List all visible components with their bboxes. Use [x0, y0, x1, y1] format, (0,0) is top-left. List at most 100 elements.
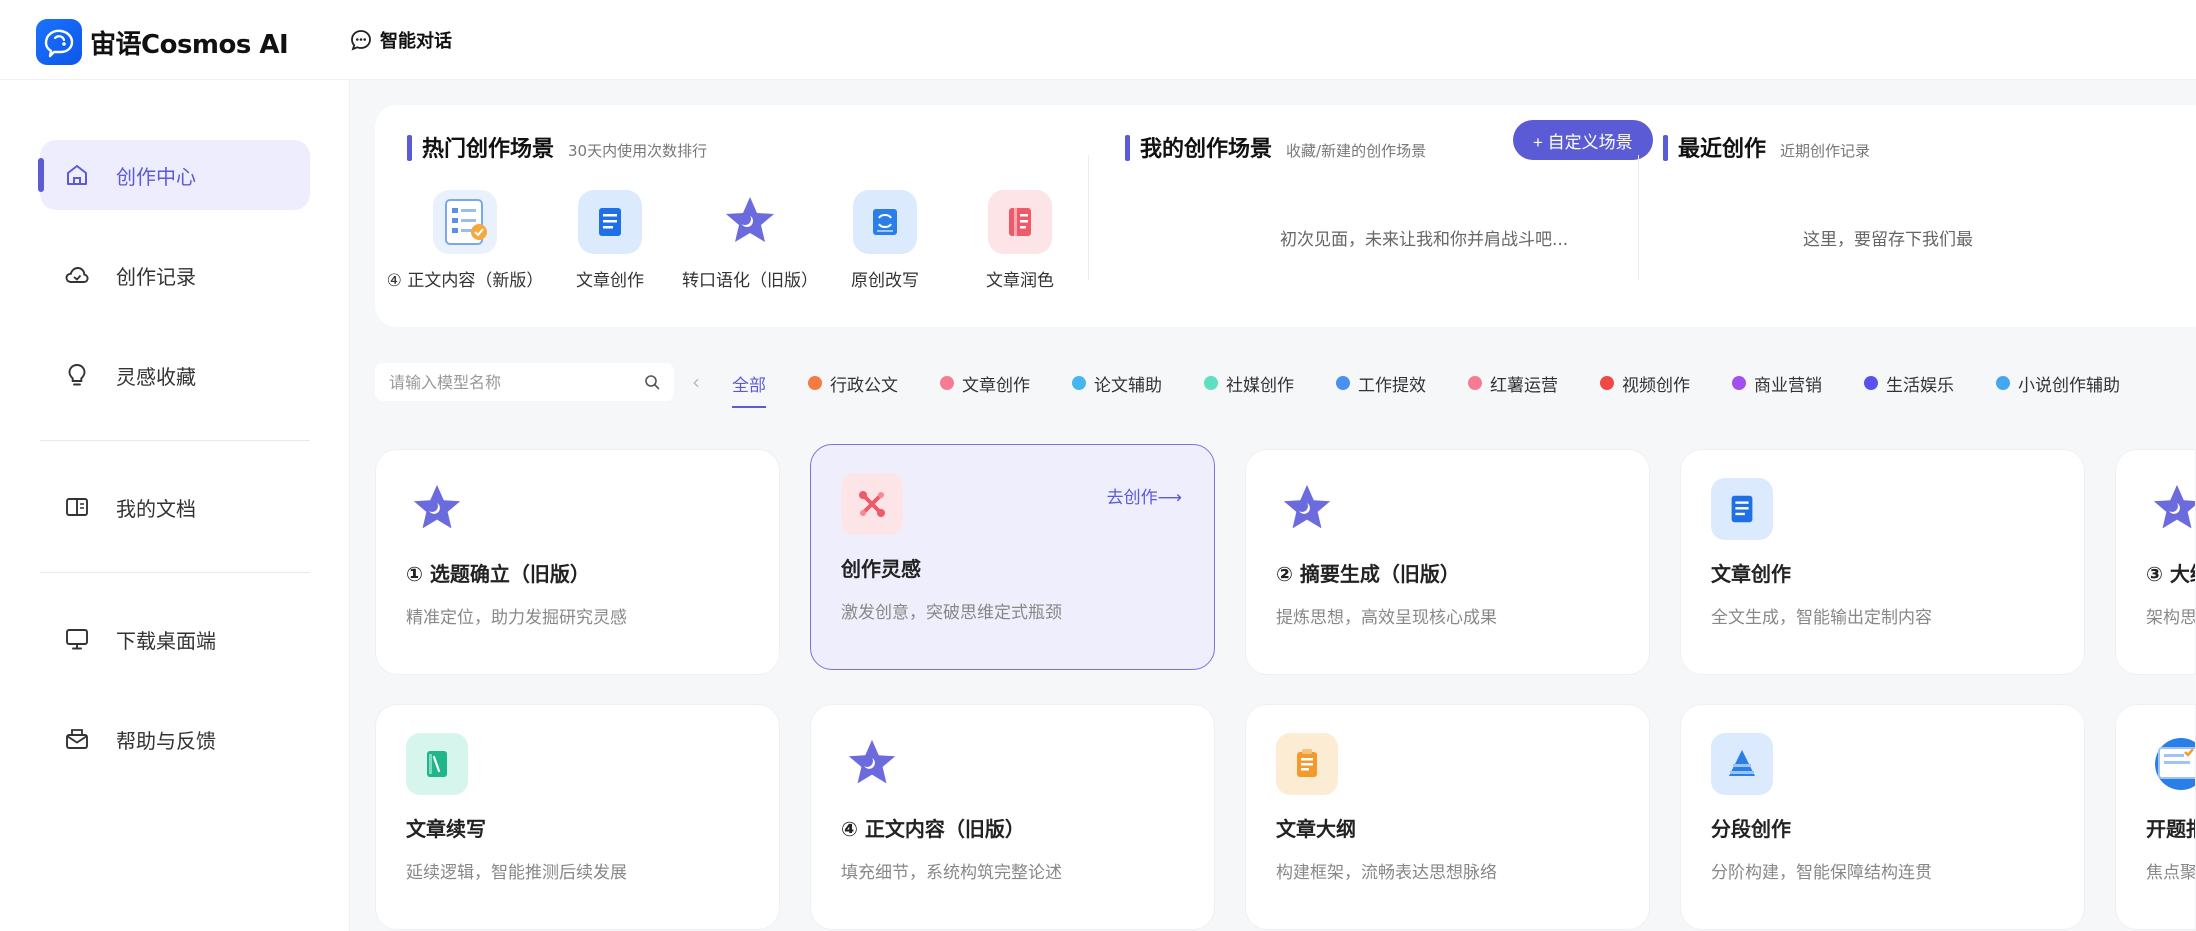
- home-icon: [67, 165, 87, 185]
- model-search-input[interactable]: [389, 372, 629, 392]
- category-dot-icon: [1732, 376, 1746, 390]
- tab-label: 商业营销: [1754, 375, 1822, 396]
- card-title: ④ 正文内容（旧版）: [841, 817, 1025, 841]
- scene-card[interactable]: ④ 正文内容（旧版） 填充细节，系统构筑完整论述: [810, 704, 1215, 930]
- tab-label: 论文辅助: [1094, 375, 1162, 396]
- model-search-box: [375, 363, 674, 401]
- sidebar-item-creation-records[interactable]: 创作记录: [40, 240, 310, 310]
- card-title: ① 选题确立（旧版）: [406, 562, 590, 586]
- sidebar-item-creation-center[interactable]: 创作中心: [38, 140, 310, 210]
- sidebar-item-my-documents[interactable]: 我的文档: [40, 472, 310, 542]
- category-dot-icon: [940, 376, 954, 390]
- sidebar-item-label: 我的文档: [116, 496, 196, 521]
- scene-card[interactable]: ② 摘要生成（旧版） 提炼思想，高效呈现核心成果: [1245, 449, 1650, 675]
- tab-work-efficiency[interactable]: 工作提效: [1336, 366, 1426, 400]
- sidebar-item-label: 下载桌面端: [116, 628, 216, 653]
- checklist-icon: [433, 190, 497, 254]
- report-icon: [2146, 733, 2195, 795]
- tab-all[interactable]: 全部: [732, 366, 766, 408]
- tab-life-entertainment[interactable]: 生活娱乐: [1864, 366, 1954, 400]
- card-description: 精准定位，助力发掘研究灵感: [406, 608, 627, 628]
- card-title: 文章创作: [1711, 562, 1791, 586]
- card-description: 架构思: [2146, 608, 2196, 628]
- tab-novel-assist[interactable]: 小说创作辅助: [1996, 366, 2120, 400]
- tab-business-marketing[interactable]: 商业营销: [1732, 366, 1822, 400]
- my-scenes-empty-text: 初次见面，未来让我和你并肩战斗吧...: [1280, 230, 1569, 250]
- scene-card[interactable]: 开题报 焦点聚: [2115, 704, 2196, 930]
- chevron-left-icon[interactable]: ‹: [692, 370, 700, 394]
- card-description: 构建框架，流畅表达思想脉络: [1276, 863, 1497, 883]
- category-dot-icon: [1864, 376, 1878, 390]
- search-icon[interactable]: [644, 374, 660, 390]
- cloud-icon: [65, 267, 89, 283]
- scene-card[interactable]: 分段创作 分阶构建，智能保障结构连贯: [1680, 704, 2085, 930]
- tab-social-media[interactable]: 社媒创作: [1204, 366, 1294, 400]
- hot-scene-rewrite[interactable]: 原创改写: [830, 190, 940, 291]
- nav-chat-label: 智能对话: [380, 31, 452, 52]
- scene-card[interactable]: 文章大纲 构建框架，流畅表达思想脉络: [1245, 704, 1650, 930]
- nav-smart-chat[interactable]: 智能对话: [350, 27, 452, 53]
- tab-label: 社媒创作: [1226, 375, 1294, 396]
- recent-empty-text: 这里，要留存下我们最: [1803, 230, 1973, 250]
- card-title: 分段创作: [1711, 817, 1791, 841]
- tab-label: 文章创作: [962, 375, 1030, 396]
- sidebar-divider: [40, 440, 310, 441]
- category-dot-icon: [1996, 376, 2010, 390]
- polish-icon: [988, 190, 1052, 254]
- category-tabs: 全部 行政公文 文章创作 论文辅助 社媒创作 工作提效 红薯运营 视频创作 商业…: [732, 366, 2120, 408]
- sidebar-divider: [40, 572, 310, 573]
- recent-creations-header: 最近创作 近期创作记录: [1663, 131, 1870, 163]
- card-description: 焦点聚: [2146, 863, 2196, 883]
- star-icon: [2146, 478, 2195, 540]
- rewrite-icon: [853, 190, 917, 254]
- top-header: 宙语Cosmos AI 智能对话: [0, 0, 2196, 80]
- sidebar-item-download-desktop[interactable]: 下载桌面端: [40, 604, 310, 674]
- sidebar-item-label: 灵感收藏: [116, 364, 196, 389]
- scene-card[interactable]: 文章续写 延续逻辑，智能推测后续发展: [375, 704, 780, 930]
- tab-admin-docs[interactable]: 行政公文: [808, 366, 898, 400]
- hot-scene-article[interactable]: 文章创作: [560, 190, 660, 291]
- card-title: 文章续写: [406, 817, 486, 841]
- sidebar-item-help-feedback[interactable]: 帮助与反馈: [40, 704, 310, 774]
- scene-card-hover[interactable]: 去创作⟶ 创作灵感 激发创意，突破思维定式瓶颈: [810, 444, 1215, 670]
- tab-article-creation[interactable]: 文章创作: [940, 366, 1030, 400]
- go-create-link[interactable]: 去创作⟶: [1107, 483, 1182, 508]
- brand-name: 宙语Cosmos AI: [90, 30, 289, 60]
- tab-label: 小说创作辅助: [2018, 375, 2120, 396]
- scene-card[interactable]: ③ 大纲 架构思: [2115, 449, 2196, 675]
- scene-card[interactable]: 文章创作 全文生成，智能输出定制内容: [1680, 449, 2085, 675]
- hot-scene-body-new[interactable]: ④ 正文内容（新版）: [380, 190, 550, 291]
- tab-xhs-operation[interactable]: 红薯运营: [1468, 366, 1558, 400]
- bulb-icon: [68, 364, 86, 386]
- star-icon: [406, 478, 468, 540]
- section-subtitle: 近期创作记录: [1780, 142, 1871, 160]
- card-title: ② 摘要生成（旧版）: [1276, 562, 1460, 586]
- tab-label: 生活娱乐: [1886, 375, 1954, 396]
- brand-logo[interactable]: [36, 19, 82, 65]
- card-title: 开题报: [2146, 817, 2195, 841]
- hot-scene-polish[interactable]: 文章润色: [965, 190, 1075, 291]
- add-custom-scene-button[interactable]: + 自定义场景: [1513, 120, 1653, 160]
- category-dot-icon: [1072, 376, 1086, 390]
- card-description: 激发创意，突破思维定式瓶颈: [841, 603, 1062, 623]
- tab-label: 红薯运营: [1490, 375, 1558, 396]
- tab-video-creation[interactable]: 视频创作: [1600, 366, 1690, 400]
- panel-divider: [1638, 155, 1639, 280]
- scene-card[interactable]: ① 选题确立（旧版） 精准定位，助力发掘研究灵感: [375, 449, 780, 675]
- category-dot-icon: [1468, 376, 1482, 390]
- hot-scene-label: 文章润色: [986, 271, 1054, 291]
- section-subtitle: 收藏/新建的创作场景: [1286, 142, 1427, 160]
- card-description: 全文生成，智能输出定制内容: [1711, 608, 1932, 628]
- card-title: ③ 大纲: [2146, 562, 2195, 586]
- hot-scene-colloquial[interactable]: 转口语化（旧版）: [675, 190, 825, 291]
- tab-label: 视频创作: [1622, 375, 1690, 396]
- hot-scene-label: 文章创作: [576, 271, 644, 291]
- card-title: 创作灵感: [841, 557, 921, 581]
- card-description: 提炼思想，高效呈现核心成果: [1276, 608, 1497, 628]
- whale-icon: [44, 29, 74, 58]
- tab-thesis-assist[interactable]: 论文辅助: [1072, 366, 1162, 400]
- category-dot-icon: [1336, 376, 1350, 390]
- sidebar-item-inspiration-favorites[interactable]: 灵感收藏: [40, 340, 310, 410]
- spark-icon: [841, 473, 903, 535]
- tab-label: 工作提效: [1358, 375, 1426, 396]
